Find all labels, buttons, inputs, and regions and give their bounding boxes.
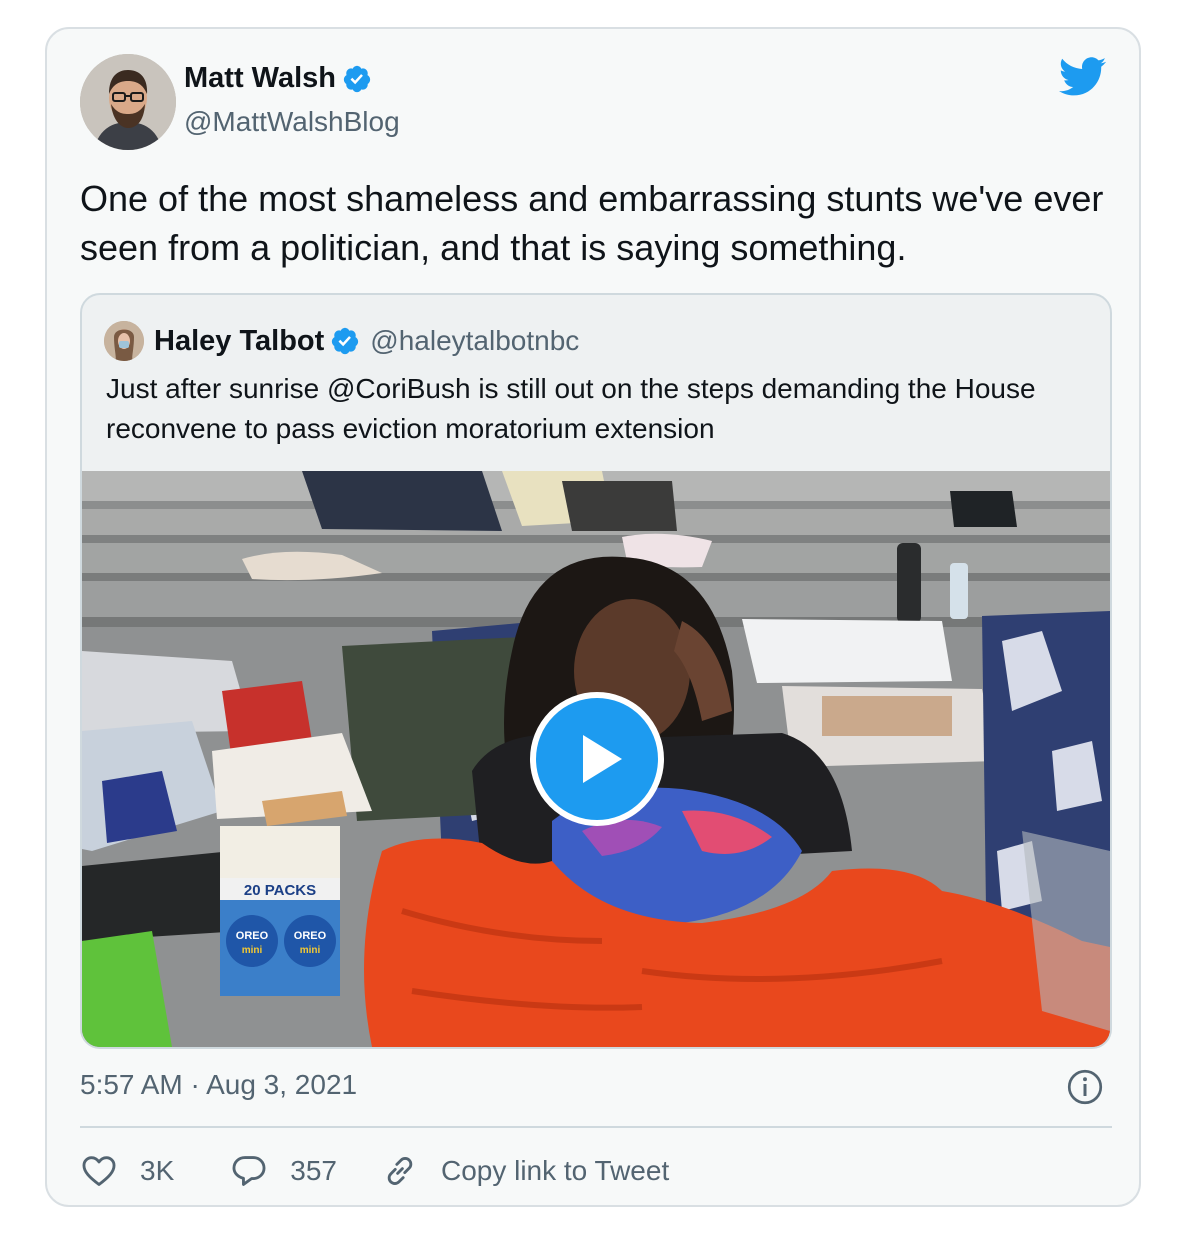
quoted-tweet-text: Just after sunrise @CoriBush is still ou… <box>106 373 1036 444</box>
tweet-timestamp[interactable]: 5:57 AM · Aug 3, 2021 <box>80 1069 357 1101</box>
package-text-packs: 20 PACKS <box>244 882 316 899</box>
reply-button[interactable]: 357 <box>230 1152 337 1190</box>
link-icon <box>387 1156 413 1186</box>
author-name-row[interactable]: Matt Walsh <box>184 62 372 95</box>
tweet-card[interactable]: Matt Walsh @MattWalshBlog One of the mos… <box>45 27 1141 1207</box>
verified-badge-icon <box>332 327 359 355</box>
like-count: 3K <box>140 1155 175 1186</box>
quoted-author-handle[interactable]: @haleytalbotnbc <box>370 325 579 357</box>
copy-link-button[interactable]: Copy link to Tweet <box>381 1152 669 1190</box>
info-icon[interactable] <box>1067 1069 1103 1105</box>
reply-bubble-icon <box>232 1156 266 1186</box>
divider <box>80 1126 1112 1128</box>
quoted-author-row[interactable]: Haley Talbot @haleytalbotnbc <box>154 321 579 361</box>
tweet-actions: 3K 357 Copy link to Tweet <box>80 1149 669 1193</box>
quoted-author-name[interactable]: Haley Talbot <box>154 325 324 358</box>
quoted-tweet[interactable]: Haley Talbot @haleytalbotnbc Just after … <box>80 293 1112 1049</box>
package-text-oreo-1: OREO <box>236 930 269 942</box>
author-handle[interactable]: @MattWalshBlog <box>184 106 400 138</box>
author-name[interactable]: Matt Walsh <box>184 62 336 95</box>
package-text-oreo-2: OREO <box>294 930 327 942</box>
play-button[interactable] <box>530 692 664 826</box>
copy-link-label: Copy link to Tweet <box>440 1155 670 1186</box>
package-text-mini-2: mini <box>300 945 321 956</box>
like-button[interactable]: 3K <box>80 1152 174 1190</box>
package-text-mini-1: mini <box>242 945 263 956</box>
tweet-text: One of the most shameless and embarrassi… <box>80 178 1104 268</box>
play-icon <box>583 735 622 783</box>
twitter-bird-icon[interactable] <box>1059 57 1107 97</box>
author-avatar[interactable] <box>80 54 176 150</box>
video-player[interactable]: 20 PACKS OREO OREO mini mini <box>82 471 1110 1047</box>
quoted-author-avatar[interactable] <box>104 321 144 361</box>
reply-count: 357 <box>290 1155 337 1186</box>
heart-icon <box>82 1156 116 1186</box>
verified-badge-icon <box>343 65 371 92</box>
